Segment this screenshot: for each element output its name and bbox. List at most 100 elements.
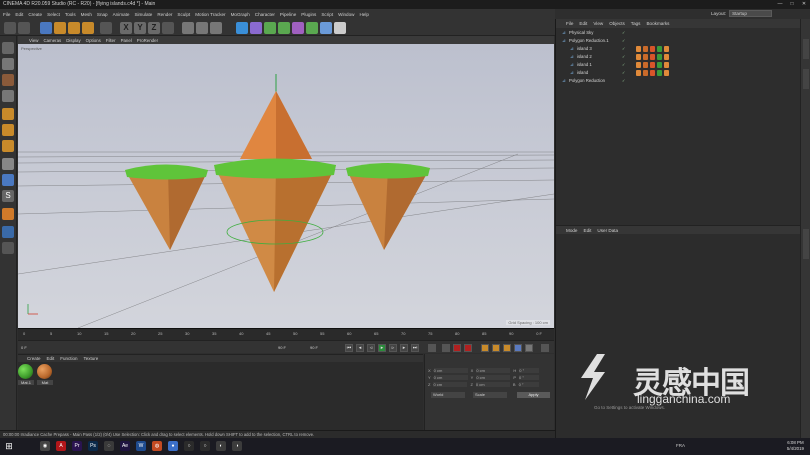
visibility-check-icon[interactable]: ✓	[622, 37, 625, 45]
position-y-field[interactable]: 0 cm	[433, 375, 468, 380]
menu-plugins[interactable]: Plugins	[301, 12, 316, 17]
material-menu-function[interactable]: Function	[60, 356, 77, 361]
viewport-menu-options[interactable]: Options	[86, 38, 101, 43]
object-row[interactable]: ⊿ Polygon Reduction ✓	[556, 77, 800, 85]
go-to-start-icon[interactable]: ⏮	[345, 344, 353, 352]
material-menu-edit[interactable]: Edit	[47, 356, 55, 361]
menu-pipeline[interactable]: Pipeline	[280, 12, 296, 17]
recent-tools-icon[interactable]	[100, 22, 112, 34]
array-icon[interactable]	[278, 22, 290, 34]
object-menu-file[interactable]: File	[566, 21, 573, 26]
minimize-button[interactable]: —	[774, 0, 786, 9]
menu-mesh[interactable]: Mesh	[81, 12, 92, 17]
model-mode-icon[interactable]	[2, 58, 14, 70]
menu-file[interactable]: File	[3, 12, 10, 17]
menu-help[interactable]: Help	[359, 12, 368, 17]
render-settings-icon[interactable]	[210, 22, 222, 34]
start-frame-field[interactable]: 0 F	[21, 345, 27, 350]
timeline-menu-icon[interactable]	[541, 344, 549, 352]
menu-animate[interactable]: Animate	[113, 12, 130, 17]
taskbar-app-icon[interactable]: Ps	[88, 441, 98, 451]
preview-end-field[interactable]: 90 F	[310, 345, 318, 350]
position-x-field[interactable]: 0 cm	[433, 368, 468, 373]
viewport-menu-prorender[interactable]: ProRender	[137, 38, 158, 43]
move-icon[interactable]	[54, 22, 66, 34]
viewport-menu-panel[interactable]: Panel	[121, 38, 132, 43]
taskbar-app-icon[interactable]: ●	[168, 441, 178, 451]
object-tag-icon[interactable]	[643, 46, 648, 52]
render-picture-viewer-icon[interactable]	[196, 22, 208, 34]
floor-icon[interactable]	[306, 22, 318, 34]
size-y-field[interactable]: 0 cm	[476, 375, 511, 380]
enable-axis-icon[interactable]	[2, 208, 14, 220]
key-position-icon[interactable]	[481, 344, 489, 352]
material-swatch-mat[interactable]: Mat	[37, 364, 53, 385]
subdivision-icon[interactable]	[264, 22, 276, 34]
object-tag-icon[interactable]	[636, 46, 641, 52]
menu-edit[interactable]: Edit	[15, 12, 23, 17]
attribute-menu-mode[interactable]: Mode	[566, 228, 578, 233]
taskbar-app-icon[interactable]: ○	[200, 441, 210, 451]
tray-language[interactable]: FRA	[676, 443, 685, 448]
object-tag-icon[interactable]	[664, 54, 669, 60]
taskbar-app-icon[interactable]: ◉	[40, 441, 50, 451]
close-button[interactable]: ✕	[798, 0, 810, 9]
start-icon[interactable]: ⊞	[4, 441, 14, 451]
position-z-field[interactable]: 0 cm	[433, 382, 468, 387]
rotate-icon[interactable]	[82, 22, 94, 34]
object-menu-edit[interactable]: Edit	[579, 21, 587, 26]
object-tag-icon[interactable]	[664, 70, 669, 76]
menu-sculpt[interactable]: Sculpt	[177, 12, 190, 17]
visibility-check-icon[interactable]: ✓	[622, 69, 625, 77]
play-icon[interactable]: ▸	[378, 344, 386, 352]
loop-icon[interactable]	[428, 344, 436, 352]
rotation-p-field[interactable]: 0 °	[519, 375, 540, 380]
object-tag-icon[interactable]	[657, 54, 662, 60]
scale-icon[interactable]	[68, 22, 80, 34]
key-param-icon[interactable]	[514, 344, 522, 352]
key-rotation-icon[interactable]	[503, 344, 511, 352]
object-tag-icon[interactable]	[636, 62, 641, 68]
taskbar-app-icon[interactable]: A	[56, 441, 66, 451]
taskbar-app-icon[interactable]: ◐	[216, 441, 226, 451]
taskbar-app-icon[interactable]: Pr	[72, 441, 82, 451]
x-axis-icon[interactable]: X	[120, 22, 132, 34]
object-tag-icon[interactable]	[650, 54, 655, 60]
taskbar-app-icon[interactable]: W	[136, 441, 146, 451]
menu-character[interactable]: Character	[255, 12, 275, 17]
menu-motion-tracker[interactable]: Motion Tracker	[195, 12, 225, 17]
object-row[interactable]: ⊿ island ✓	[556, 69, 800, 77]
axis-mode-icon[interactable]	[2, 158, 14, 170]
material-menu-texture[interactable]: Texture	[84, 356, 99, 361]
timeline-ruler[interactable]: 0 5 10 15 20 25 30 35 40 45 50 55 60 65 70 75 80 85 90 0 F	[18, 328, 554, 340]
light-icon[interactable]	[334, 22, 346, 34]
object-row[interactable]: ⊿ Polygon Reduction.1 ✓	[556, 37, 800, 45]
cube-icon[interactable]	[236, 22, 248, 34]
coordinate-system-icon[interactable]	[162, 22, 174, 34]
menu-render[interactable]: Render	[157, 12, 172, 17]
attribute-menu-edit[interactable]: Edit	[584, 228, 592, 233]
size-mode-dropdown[interactable]: Scale	[473, 392, 507, 398]
object-tag-icon[interactable]	[643, 54, 648, 60]
next-frame-icon[interactable]: ▹	[389, 344, 397, 352]
object-row[interactable]: ⊿ island 3 ✓	[556, 45, 800, 53]
rotation-h-field[interactable]: 0 °	[519, 368, 540, 373]
object-tag-icon[interactable]	[650, 70, 655, 76]
object-row[interactable]: ⊿ island 1 ✓	[556, 61, 800, 69]
object-tag-icon[interactable]	[657, 62, 662, 68]
side-tab[interactable]	[803, 229, 809, 259]
deformer-icon[interactable]	[292, 22, 304, 34]
polygons-mode-icon[interactable]	[2, 140, 14, 152]
object-tag-icon[interactable]	[650, 62, 655, 68]
planar-workplane-icon[interactable]	[2, 242, 14, 254]
coordinate-mode-dropdown[interactable]: World	[431, 392, 465, 398]
points-mode-icon[interactable]	[2, 108, 14, 120]
y-axis-icon[interactable]: Y	[134, 22, 146, 34]
taskbar-app-icon[interactable]: ◍	[152, 441, 162, 451]
menu-create[interactable]: Create	[28, 12, 42, 17]
object-row[interactable]: ⊿ island 2 ✓	[556, 53, 800, 61]
visibility-check-icon[interactable]: ✓	[622, 53, 625, 61]
viewport-menu-display[interactable]: Display	[66, 38, 80, 43]
edges-mode-icon[interactable]	[2, 124, 14, 136]
viewport-menu-cameras[interactable]: Cameras	[43, 38, 61, 43]
